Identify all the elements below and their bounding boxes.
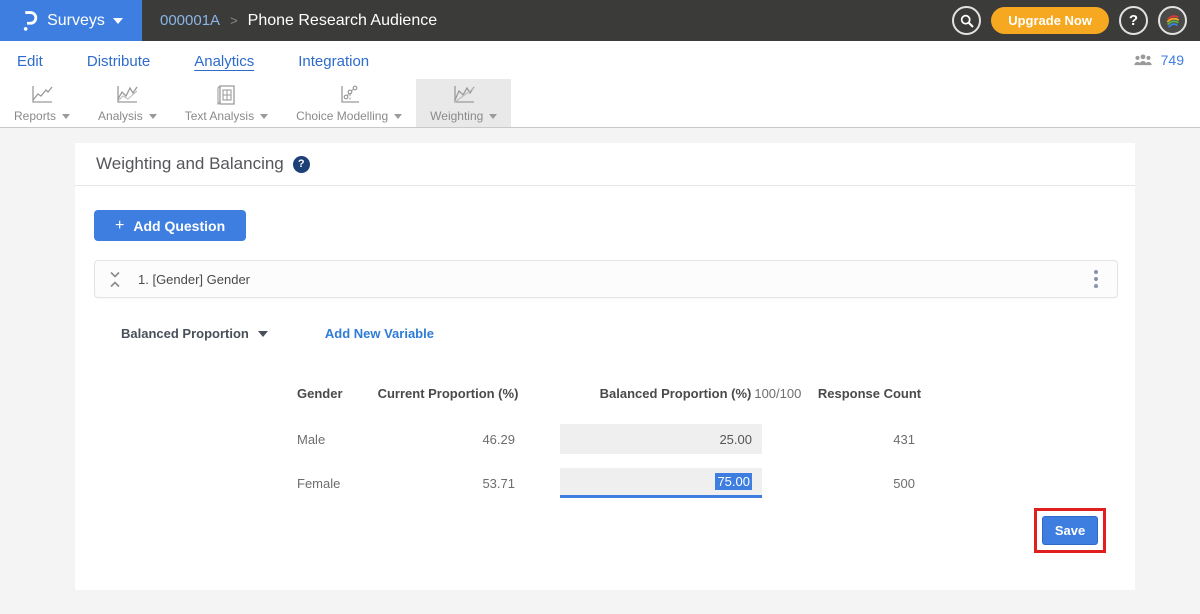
document-grid-icon [213, 84, 239, 106]
tab-weighting[interactable]: Weighting [416, 79, 511, 127]
breadcrumb-separator-icon: > [230, 13, 238, 28]
tab-weighting-label: Weighting [430, 109, 483, 123]
people-icon [1132, 53, 1154, 68]
response-count-value[interactable]: 749 [1161, 52, 1184, 68]
bubble-chart-icon [336, 84, 362, 106]
add-question-label: Add Question [133, 218, 225, 234]
search-button[interactable] [952, 6, 981, 35]
line-chart-icon [451, 84, 477, 106]
save-button[interactable]: Save [1042, 516, 1098, 545]
table-row-female: Female 53.71 75.00 500 [75, 468, 1135, 498]
card-title-row: Weighting and Balancing ? [75, 143, 1135, 186]
questionpro-rainbow-logo-icon [1164, 13, 1182, 29]
question-panel-header: 1. [Gender] Gender [94, 260, 1118, 298]
row-label: Female [297, 468, 340, 498]
nav-item-integration[interactable]: Integration [298, 51, 369, 70]
header-current-proportion: Current Proportion (%) [363, 386, 533, 401]
chevron-down-icon [113, 18, 123, 24]
nav-item-edit[interactable]: Edit [17, 51, 43, 70]
tab-analysis-label: Analysis [98, 109, 143, 123]
chevron-down-icon [260, 114, 268, 119]
row-label: Male [297, 424, 325, 454]
product-name: Surveys [47, 12, 105, 30]
breadcrumb: 000001A > Phone Research Audience [160, 12, 437, 30]
breadcrumb-survey-title: Phone Research Audience [248, 12, 437, 30]
account-menu-button[interactable] [1158, 6, 1187, 35]
title-help-icon[interactable]: ? [293, 156, 310, 173]
page-title: Weighting and Balancing [96, 154, 284, 174]
response-count-value: 500 [765, 468, 915, 498]
chevron-down-icon [258, 331, 268, 337]
tab-text-analysis-label: Text Analysis [185, 109, 254, 123]
response-count-value: 431 [765, 424, 915, 454]
line-chart-icon [29, 84, 55, 106]
response-counter[interactable]: 749 [1132, 52, 1184, 68]
tab-choice-modelling-label: Choice Modelling [296, 109, 388, 123]
nav-item-analytics[interactable]: Analytics [194, 51, 254, 70]
current-proportion-value: 53.71 [405, 468, 515, 498]
question-mark-icon: ? [1129, 12, 1138, 29]
tab-analysis[interactable]: Analysis [84, 79, 171, 127]
product-switcher[interactable]: Surveys [0, 0, 142, 41]
question-panel-title: 1. [Gender] Gender [138, 272, 250, 287]
collapse-icon[interactable] [109, 271, 121, 288]
add-question-button[interactable]: + Add Question [94, 210, 246, 241]
nav-item-distribute[interactable]: Distribute [87, 51, 150, 70]
tab-choice-modelling[interactable]: Choice Modelling [282, 79, 416, 127]
tab-reports-label: Reports [14, 109, 56, 123]
proportion-type-label: Balanced Proportion [121, 326, 249, 341]
help-button[interactable]: ? [1119, 6, 1148, 35]
variable-controls: Balanced Proportion Add New Variable [121, 326, 1135, 341]
app-header: Surveys 000001A > Phone Research Audienc… [0, 0, 1200, 41]
table-row-male: Male 46.29 25.00 431 [75, 424, 1135, 454]
chevron-down-icon [394, 114, 402, 119]
plus-icon: + [115, 217, 124, 235]
tab-reports[interactable]: Reports [0, 79, 84, 127]
balanced-proportion-input-male[interactable]: 25.00 [560, 424, 762, 454]
upgrade-now-button[interactable]: Upgrade Now [991, 7, 1109, 34]
tab-text-analysis[interactable]: Text Analysis [171, 79, 282, 127]
header-gender: Gender [297, 386, 343, 401]
current-proportion-value: 46.29 [405, 424, 515, 454]
search-icon [960, 14, 974, 28]
selected-input-value: 75.00 [715, 473, 752, 490]
area-chart-icon [114, 84, 140, 106]
weighting-card: Weighting and Balancing ? + Add Question… [75, 143, 1135, 590]
balanced-proportion-input-female[interactable]: 75.00 [560, 468, 762, 498]
kebab-menu-icon[interactable] [1088, 266, 1104, 292]
add-new-variable-link[interactable]: Add New Variable [325, 326, 434, 341]
breadcrumb-survey-id[interactable]: 000001A [160, 12, 220, 29]
proportion-type-dropdown[interactable]: Balanced Proportion [121, 326, 268, 341]
chevron-down-icon [149, 114, 157, 119]
chevron-down-icon [62, 114, 70, 119]
weighting-table-header: Gender Current Proportion (%) Balanced P… [75, 386, 1135, 404]
analytics-toolbar: Reports Analysis Text Analysis [0, 79, 1200, 128]
header-response-count: Response Count [787, 386, 952, 401]
header-balanced-proportion: Balanced Proportion (%)100/100 [588, 386, 813, 401]
questionpro-logo-icon [19, 9, 39, 33]
survey-nav: Edit Distribute Analytics Integration 74… [0, 41, 1200, 79]
chevron-down-icon [489, 114, 497, 119]
input-value: 25.00 [719, 432, 752, 447]
header-actions: Upgrade Now ? [952, 6, 1200, 35]
